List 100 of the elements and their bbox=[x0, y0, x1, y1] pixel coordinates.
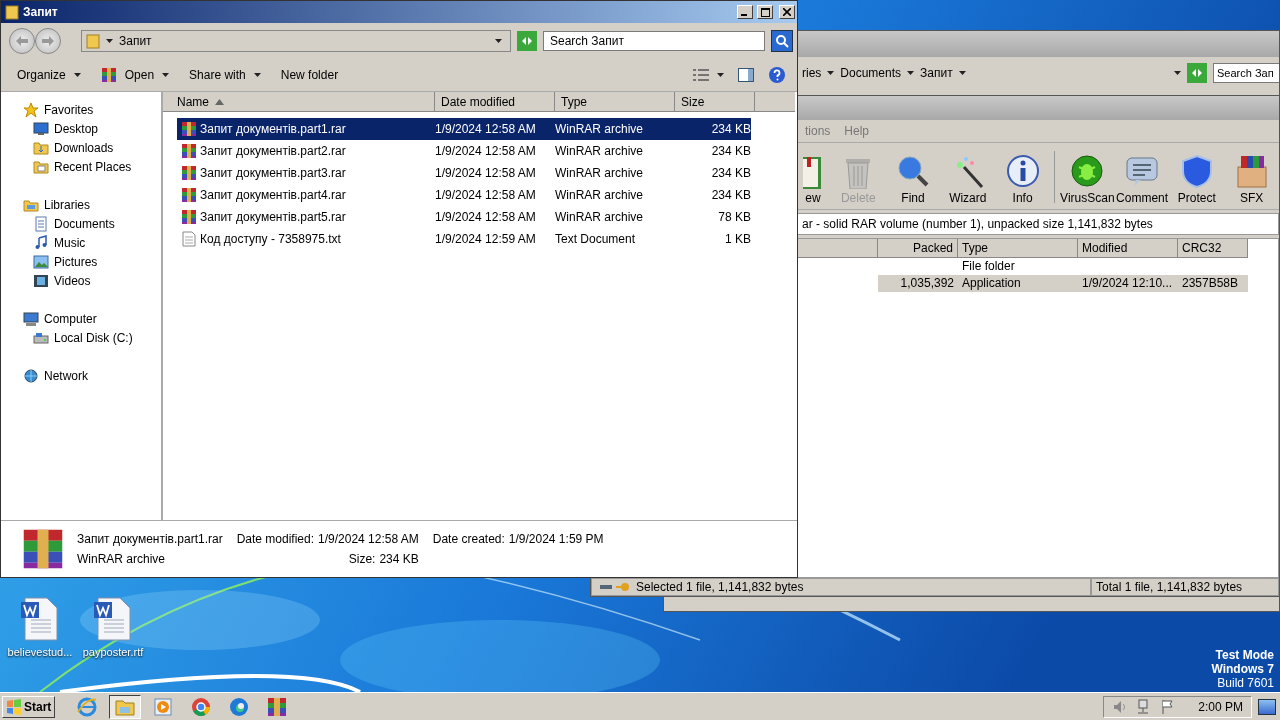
folder-icon bbox=[86, 33, 100, 49]
archive-icon bbox=[266, 695, 289, 718]
folder-icon bbox=[5, 4, 19, 20]
file-name: Запит документів.part4.rar bbox=[200, 188, 346, 202]
toolbar-button[interactable]: Wizard bbox=[940, 153, 996, 209]
table-cell-text: 1/9/2024 12:58 AM bbox=[435, 210, 537, 224]
maximize-button[interactable] bbox=[757, 5, 773, 19]
maximize-icon bbox=[760, 7, 770, 17]
column-header[interactable]: Type bbox=[555, 92, 675, 112]
table-cell-text: 78 KB bbox=[717, 210, 751, 224]
toolbar-button[interactable]: SFX bbox=[1224, 153, 1279, 209]
archive-icon bbox=[21, 527, 65, 571]
table-cell-text: 1/9/2024 12:58 AM bbox=[435, 166, 537, 180]
archive-icon bbox=[181, 165, 197, 181]
table-cell: 1,035,392 bbox=[878, 275, 958, 292]
toolbar-button[interactable]: Organize bbox=[9, 64, 89, 86]
breadcrumb-item[interactable]: Documents bbox=[840, 66, 902, 80]
file-row[interactable]: Запит документів.part4.rar 1/9/2024 12:58 AM WinRAR archive 234 KB bbox=[177, 184, 751, 206]
toolbar-button[interactable]: Open bbox=[92, 63, 178, 87]
file-row[interactable]: Запит документів.part2.rar 1/9/2024 12:58 AM WinRAR archive 234 KB bbox=[177, 140, 751, 162]
start-button[interactable]: Start bbox=[2, 695, 56, 718]
column-header[interactable]: Type bbox=[958, 239, 1078, 258]
archive-icon bbox=[100, 67, 117, 83]
sidebar-item[interactable]: Downloads bbox=[1, 138, 161, 157]
table-cell-text: 1/9/2024 12:59 AM bbox=[435, 232, 537, 246]
toolbar-button[interactable]: Comment bbox=[1114, 153, 1170, 209]
toolbar-button[interactable]: VirusScan bbox=[1059, 153, 1115, 209]
sidebar-item[interactable]: Computer bbox=[1, 309, 161, 328]
table-cell-text: 234 KB bbox=[710, 144, 751, 158]
help-icon bbox=[768, 66, 786, 84]
caret-icon bbox=[106, 39, 113, 43]
search-button[interactable] bbox=[771, 30, 793, 52]
computer-icon bbox=[23, 310, 39, 327]
toolbar-button[interactable]: Info bbox=[995, 153, 1050, 209]
search-field[interactable]: Search Зап bbox=[1213, 63, 1279, 83]
table-cell-text: 1/9/2024 12:58 AM bbox=[435, 122, 537, 136]
network-icon bbox=[23, 367, 39, 384]
film-icon bbox=[33, 272, 49, 289]
column-header[interactable]: Name bbox=[171, 92, 435, 112]
folder-icon bbox=[33, 158, 49, 175]
breadcrumb-item[interactable]: ries bbox=[802, 66, 822, 80]
refresh-icon[interactable] bbox=[517, 31, 537, 51]
table-cell-text: File folder bbox=[961, 258, 1016, 275]
file-row[interactable]: Запит документів.part1.rar 1/9/2024 12:58 AM WinRAR archive 234 KB bbox=[177, 118, 751, 140]
column-header[interactable]: CRC32 bbox=[1178, 239, 1248, 258]
pane-icon bbox=[738, 68, 754, 82]
table-cell: Application bbox=[958, 275, 1078, 292]
sidebar-item[interactable]: Network bbox=[1, 366, 161, 385]
show-desktop-button[interactable] bbox=[1258, 698, 1276, 715]
picture-icon bbox=[33, 253, 49, 270]
archive-icon bbox=[181, 209, 197, 225]
toolbar-button[interactable]: ew bbox=[801, 153, 825, 209]
sidebar-item[interactable]: Libraries bbox=[1, 195, 161, 214]
field-value: 1/9/2024 1:59 PM bbox=[508, 532, 604, 546]
sidebar-item[interactable]: Documents bbox=[1, 214, 161, 233]
taskbar-button[interactable] bbox=[109, 694, 142, 719]
forward-button[interactable] bbox=[35, 28, 61, 54]
breadcrumb-item[interactable]: Запит bbox=[920, 66, 953, 80]
browser-icon bbox=[76, 695, 99, 718]
sidebar-item[interactable]: Recent Places bbox=[1, 157, 161, 176]
column-header[interactable] bbox=[798, 239, 878, 258]
column-header[interactable] bbox=[755, 92, 795, 112]
column-header[interactable]: Date modified bbox=[435, 92, 555, 112]
table-cell: 2357B58B bbox=[1178, 275, 1248, 292]
back-button[interactable] bbox=[9, 28, 35, 54]
info-icon bbox=[1004, 153, 1041, 189]
file-row[interactable]: Запит документів.part3.rar 1/9/2024 12:58 AM WinRAR archive 234 KB bbox=[177, 162, 751, 184]
field-value: 234 KB bbox=[379, 552, 419, 566]
column-header[interactable] bbox=[163, 92, 171, 112]
close-button[interactable] bbox=[779, 5, 795, 19]
address-bar[interactable]: Запит bbox=[81, 30, 511, 52]
toolbar-button[interactable]: Find bbox=[885, 153, 941, 209]
caret-icon bbox=[827, 71, 835, 75]
column-header[interactable]: Size bbox=[675, 92, 755, 112]
archive-icon bbox=[181, 143, 197, 159]
toolbar-button[interactable]: Protect bbox=[1169, 153, 1225, 209]
status-text: Selected 1 file, 1,141,832 bytes bbox=[636, 580, 804, 594]
sidebar-item[interactable]: Pictures bbox=[1, 252, 161, 271]
toolbar-button[interactable]: New folder bbox=[272, 64, 347, 86]
table-cell-text: WinRAR archive bbox=[555, 122, 645, 136]
caret-icon bbox=[495, 39, 502, 43]
column-header[interactable]: Packed bbox=[878, 239, 958, 258]
sidebar-item[interactable]: Favorites bbox=[1, 100, 161, 119]
close-icon bbox=[783, 8, 791, 16]
table-cell-text: 234 KB bbox=[710, 188, 751, 202]
sidebar-item[interactable]: Music bbox=[1, 233, 161, 252]
sidebar-item[interactable]: Desktop bbox=[1, 119, 161, 138]
clock[interactable]: 2:00 PM bbox=[1198, 699, 1243, 714]
star-icon bbox=[23, 101, 39, 118]
sidebar-item[interactable]: Videos bbox=[1, 271, 161, 290]
sidebar-item[interactable]: Local Disk (C:) bbox=[1, 328, 161, 347]
text-file-icon bbox=[181, 231, 197, 247]
table-cell-text: 234 KB bbox=[710, 122, 751, 136]
column-header[interactable]: Modified bbox=[1078, 239, 1178, 258]
archive-icon bbox=[181, 187, 197, 203]
refresh-icon[interactable] bbox=[1187, 63, 1207, 83]
archive-icon bbox=[181, 121, 197, 137]
minimize-button[interactable] bbox=[737, 5, 753, 19]
search-field[interactable]: Search Запит bbox=[543, 31, 765, 51]
toolbar-button[interactable]: Share with bbox=[181, 64, 269, 86]
